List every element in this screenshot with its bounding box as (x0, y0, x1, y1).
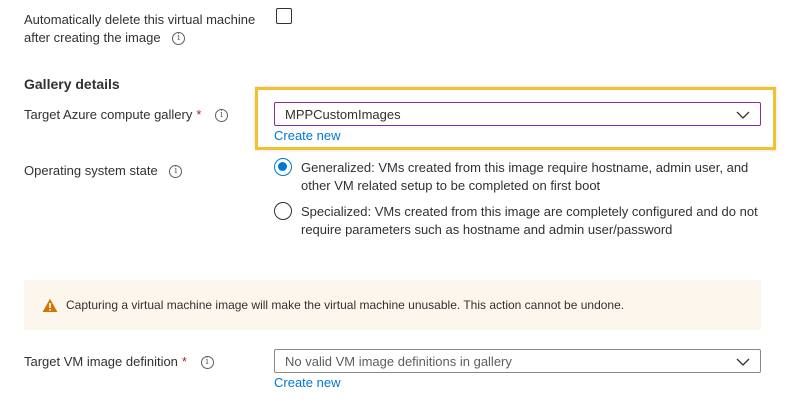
os-state-label: Operating system state i (24, 162, 183, 180)
warning-icon (42, 298, 58, 313)
image-definition-label: Target VM image definition * i (24, 353, 214, 371)
radio-generalized[interactable] (274, 158, 292, 176)
target-gallery-label: Target Azure compute gallery * i (24, 106, 229, 124)
auto-delete-label-line1: Automatically delete this virtual machin… (24, 12, 256, 27)
info-icon[interactable]: i (215, 109, 229, 123)
target-gallery-dropdown[interactable]: MPPCustomImages (274, 102, 761, 126)
radio-specialized-label: Specialized: VMs created from this image… (301, 204, 758, 237)
auto-delete-label: Automatically delete this virtual machin… (24, 11, 255, 47)
section-title-gallery-details: Gallery details (24, 76, 120, 92)
warning-banner: Capturing a virtual machine image will m… (24, 280, 761, 330)
chevron-down-icon (736, 107, 750, 122)
create-new-image-definition-link[interactable]: Create new (274, 375, 340, 390)
create-new-gallery-link[interactable]: Create new (274, 128, 340, 143)
os-state-label-text: Operating system state (24, 163, 158, 178)
os-state-option-specialized[interactable]: Specialized: VMs created from this image… (274, 202, 771, 239)
os-state-option-generalized[interactable]: Generalized: VMs created from this image… (274, 158, 771, 195)
required-marker: * (181, 354, 187, 369)
info-icon[interactable]: i (172, 32, 186, 46)
chevron-down-icon (736, 354, 750, 369)
auto-delete-label-line2: after creating the image i (24, 29, 255, 47)
warning-text: Capturing a virtual machine image will m… (66, 298, 625, 312)
image-definition-value: No valid VM image definitions in gallery (285, 353, 512, 369)
radio-specialized[interactable] (274, 202, 292, 220)
auto-delete-label-text: after creating the image (24, 30, 161, 45)
info-icon[interactable]: i (200, 356, 214, 370)
target-gallery-value: MPPCustomImages (285, 106, 401, 122)
info-icon[interactable]: i (169, 165, 183, 179)
target-gallery-label-text: Target Azure compute gallery (24, 107, 193, 122)
image-definition-dropdown[interactable]: No valid VM image definitions in gallery (274, 349, 761, 373)
radio-generalized-label: Generalized: VMs created from this image… (301, 160, 749, 193)
auto-delete-checkbox[interactable] (276, 8, 292, 24)
required-marker: * (196, 107, 202, 122)
image-definition-label-text: Target VM image definition (24, 354, 178, 369)
